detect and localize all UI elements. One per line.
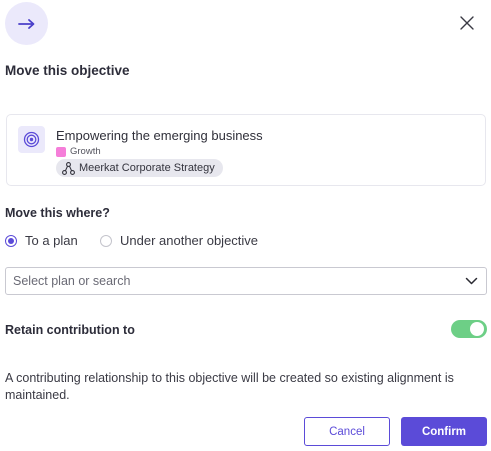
hierarchy-icon (62, 161, 75, 175)
target-icon (18, 126, 45, 153)
radio-button-checked[interactable] (5, 234, 17, 247)
retain-contribution-label: Retain contribution to (5, 323, 135, 337)
tag-label: Growth (70, 146, 101, 157)
arrow-right-icon (5, 2, 48, 45)
move-objective-dialog: Move this objective Empowering the emerg… (0, 0, 491, 451)
radio-under-another-objective[interactable]: Under another objective (100, 233, 258, 248)
plan-select[interactable]: Select plan or search (5, 267, 487, 295)
toggle-knob (470, 322, 484, 336)
close-button[interactable] (457, 13, 477, 33)
confirm-button[interactable]: Confirm (401, 417, 487, 446)
radio-to-a-plan[interactable]: To a plan (5, 233, 78, 248)
radio-label: Under another objective (120, 233, 259, 248)
plan-pill: Meerkat Corporate Strategy (56, 159, 223, 177)
dialog-title: Move this objective (5, 63, 130, 78)
tag-color-swatch (56, 146, 66, 157)
cancel-button[interactable]: Cancel (304, 417, 390, 446)
retain-contribution-toggle[interactable] (451, 320, 487, 338)
chevron-down-icon (465, 277, 478, 285)
info-text: A contributing relationship to this obje… (5, 371, 454, 402)
radio-button[interactable] (100, 234, 112, 247)
move-where-label: Move this where? (5, 206, 110, 220)
objective-title: Empowering the emerging business (56, 128, 263, 143)
objective-tag: Growth (56, 146, 101, 157)
close-icon (460, 16, 474, 30)
objective-card: Empowering the emerging business Growth … (6, 114, 486, 186)
select-placeholder: Select plan or search (13, 274, 131, 288)
radio-label: To a plan (25, 233, 78, 248)
plan-label: Meerkat Corporate Strategy (79, 162, 215, 174)
